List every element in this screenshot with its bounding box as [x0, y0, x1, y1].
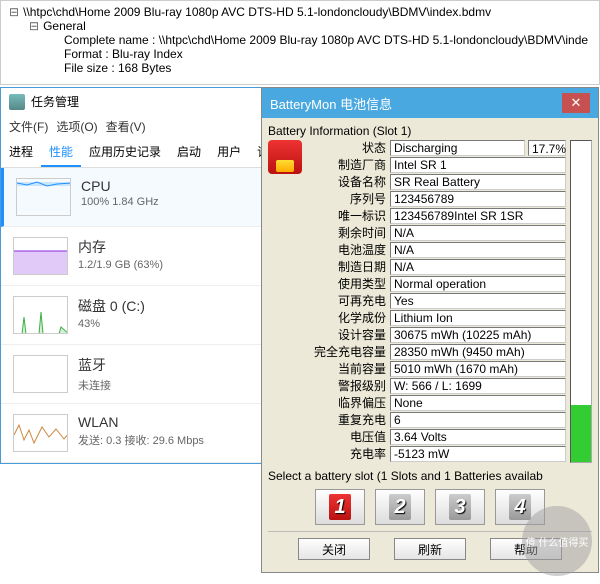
label-temperature: 电池温度: [306, 242, 390, 259]
refresh-btn[interactable]: 刷新: [394, 538, 466, 560]
label-alert-level: 警报级别: [306, 378, 390, 395]
slot-select-label: Select a battery slot (1 Slots and 1 Bat…: [268, 469, 592, 483]
tab-process[interactable]: 进程: [1, 138, 41, 167]
disk-name: 磁盘 0 (C:): [78, 296, 267, 316]
disk-graph: [13, 296, 68, 334]
tab-history[interactable]: 应用历史记录: [81, 138, 169, 167]
value-charge-rate: -5123 mW: [390, 446, 566, 462]
value-cycle-count: 6: [390, 412, 566, 428]
task-manager-icon: [9, 94, 25, 110]
cpu-stat: 100% 1.84 GHz: [81, 196, 267, 208]
value-unique-id: 123456789Intel SR 1SR: [390, 208, 566, 224]
perf-item-cpu[interactable]: CPU 100% 1.84 GHz: [1, 168, 279, 227]
value-critical-bias: None: [390, 395, 566, 411]
value-full-cap: 28350 mWh (9450 mAh): [390, 344, 566, 360]
value-voltage: 3.64 Volts: [390, 429, 566, 445]
wlan-name: WLAN: [78, 414, 267, 430]
battery-icon: [268, 140, 302, 174]
value-mfg-date: N/A: [390, 259, 566, 275]
watermark: 值 什么值得买: [522, 506, 592, 576]
tree-root[interactable]: \\htpc\chd\Home 2009 Blu-ray 1080p AVC D…: [9, 5, 591, 19]
label-design-cap: 设计容量: [306, 327, 390, 344]
memory-name: 内存: [78, 237, 267, 257]
perf-item-disk[interactable]: 磁盘 0 (C:) 43%: [1, 286, 279, 345]
label-serial: 序列号: [306, 191, 390, 208]
cpu-graph: [16, 178, 71, 216]
menubar: 文件(F) 选项(O) 查看(V): [1, 115, 279, 138]
tab-bar: 进程 性能 应用历史记录 启动 用户 详: [1, 138, 279, 168]
label-usage-type: 使用类型: [306, 276, 390, 293]
label-full-cap: 完全充电容量: [306, 344, 390, 361]
value-usage-type: Normal operation: [390, 276, 566, 292]
value-current-cap: 5010 mWh (1670 mAh): [390, 361, 566, 377]
label-manufacturer: 制造厂商: [306, 157, 390, 174]
cpu-name: CPU: [81, 178, 267, 194]
tree-general[interactable]: General: [9, 19, 591, 33]
performance-list: CPU 100% 1.84 GHz 内存 1.2/1.9 GB (63%) 磁盘 0…: [1, 168, 279, 463]
value-manufacturer: Intel SR 1: [390, 157, 566, 173]
label-chemistry: 化学成份: [306, 310, 390, 327]
battery-info-table: 状态Discharging17.7% 制造厂商Intel SR 1 设备名称SR…: [306, 140, 566, 463]
close-button[interactable]: ✕: [562, 93, 590, 113]
perf-item-bluetooth[interactable]: 蓝牙未连接: [1, 345, 279, 404]
tab-startup[interactable]: 启动: [169, 138, 209, 167]
label-remain-time: 剩余时间: [306, 225, 390, 242]
label-charge-rate: 充电率: [306, 446, 390, 463]
label-current-cap: 当前容量: [306, 361, 390, 378]
menu-view[interactable]: 查看(V): [106, 118, 146, 135]
label-voltage: 电压值: [306, 429, 390, 446]
batterymon-titlebar[interactable]: BatteryMon 电池信息 ✕: [262, 88, 598, 118]
close-btn[interactable]: 关闭: [298, 538, 370, 560]
label-rechargeable: 可再充电: [306, 293, 390, 310]
label-unique-id: 唯一标识: [306, 208, 390, 225]
value-remain-time: N/A: [390, 225, 566, 241]
wlan-stat: 发送: 0.3 接收: 29.6 Mbps: [78, 432, 267, 448]
bluetooth-graph: [13, 355, 68, 393]
tree-complete-name: Complete name : \\htpc\chd\Home 2009 Blu…: [9, 33, 591, 47]
value-alert-level: W: 566 / L: 1699: [390, 378, 566, 394]
battery-level-bar: [570, 140, 592, 463]
label-critical-bias: 临界偏压: [306, 395, 390, 412]
perf-item-wlan[interactable]: WLAN 发送: 0.3 接收: 29.6 Mbps: [1, 404, 279, 463]
task-manager-titlebar[interactable]: 任务管理: [1, 88, 279, 115]
memory-stat: 1.2/1.9 GB (63%): [78, 259, 267, 271]
value-device-name: SR Real Battery: [390, 174, 566, 190]
task-manager-window: 任务管理 文件(F) 选项(O) 查看(V) 进程 性能 应用历史记录 启动 用…: [0, 87, 280, 464]
batterymon-title: BatteryMon 电池信息: [270, 94, 392, 113]
battery-info-heading: Battery Information (Slot 1): [268, 124, 592, 138]
wlan-graph: [13, 414, 68, 452]
tab-users[interactable]: 用户: [209, 138, 249, 167]
disk-stat: 43%: [78, 318, 267, 330]
label-device-name: 设备名称: [306, 174, 390, 191]
menu-options[interactable]: 选项(O): [56, 118, 97, 135]
slot-button-2[interactable]: 2: [375, 489, 425, 525]
slot-button-1[interactable]: 1: [315, 489, 365, 525]
menu-file[interactable]: 文件(F): [9, 118, 48, 135]
memory-graph: [13, 237, 68, 275]
perf-item-memory[interactable]: 内存 1.2/1.9 GB (63%): [1, 227, 279, 286]
value-serial: 123456789: [390, 191, 566, 207]
label-mfg-date: 制造日期: [306, 259, 390, 276]
batterymon-window: BatteryMon 电池信息 ✕ Battery Information (S…: [261, 87, 599, 573]
value-status: Discharging: [390, 140, 525, 156]
value-design-cap: 30675 mWh (10225 mAh): [390, 327, 566, 343]
label-status: 状态: [306, 140, 390, 157]
file-tree-panel: \\htpc\chd\Home 2009 Blu-ray 1080p AVC D…: [0, 0, 600, 85]
bluetooth-name: 蓝牙: [78, 355, 267, 375]
label-cycle-count: 重复充电: [306, 412, 390, 429]
slot-button-3[interactable]: 3: [435, 489, 485, 525]
value-chemistry: Lithium Ion: [390, 310, 566, 326]
tree-format: Format : Blu-ray Index: [9, 47, 591, 61]
value-percent: 17.7%: [528, 140, 566, 156]
tab-performance[interactable]: 性能: [41, 138, 81, 167]
tree-file-size: File size : 168 Bytes: [9, 61, 591, 75]
task-manager-title: 任务管理: [31, 93, 79, 110]
bluetooth-stat: 未连接: [78, 377, 267, 393]
value-temperature: N/A: [390, 242, 566, 258]
value-rechargeable: Yes: [390, 293, 566, 309]
